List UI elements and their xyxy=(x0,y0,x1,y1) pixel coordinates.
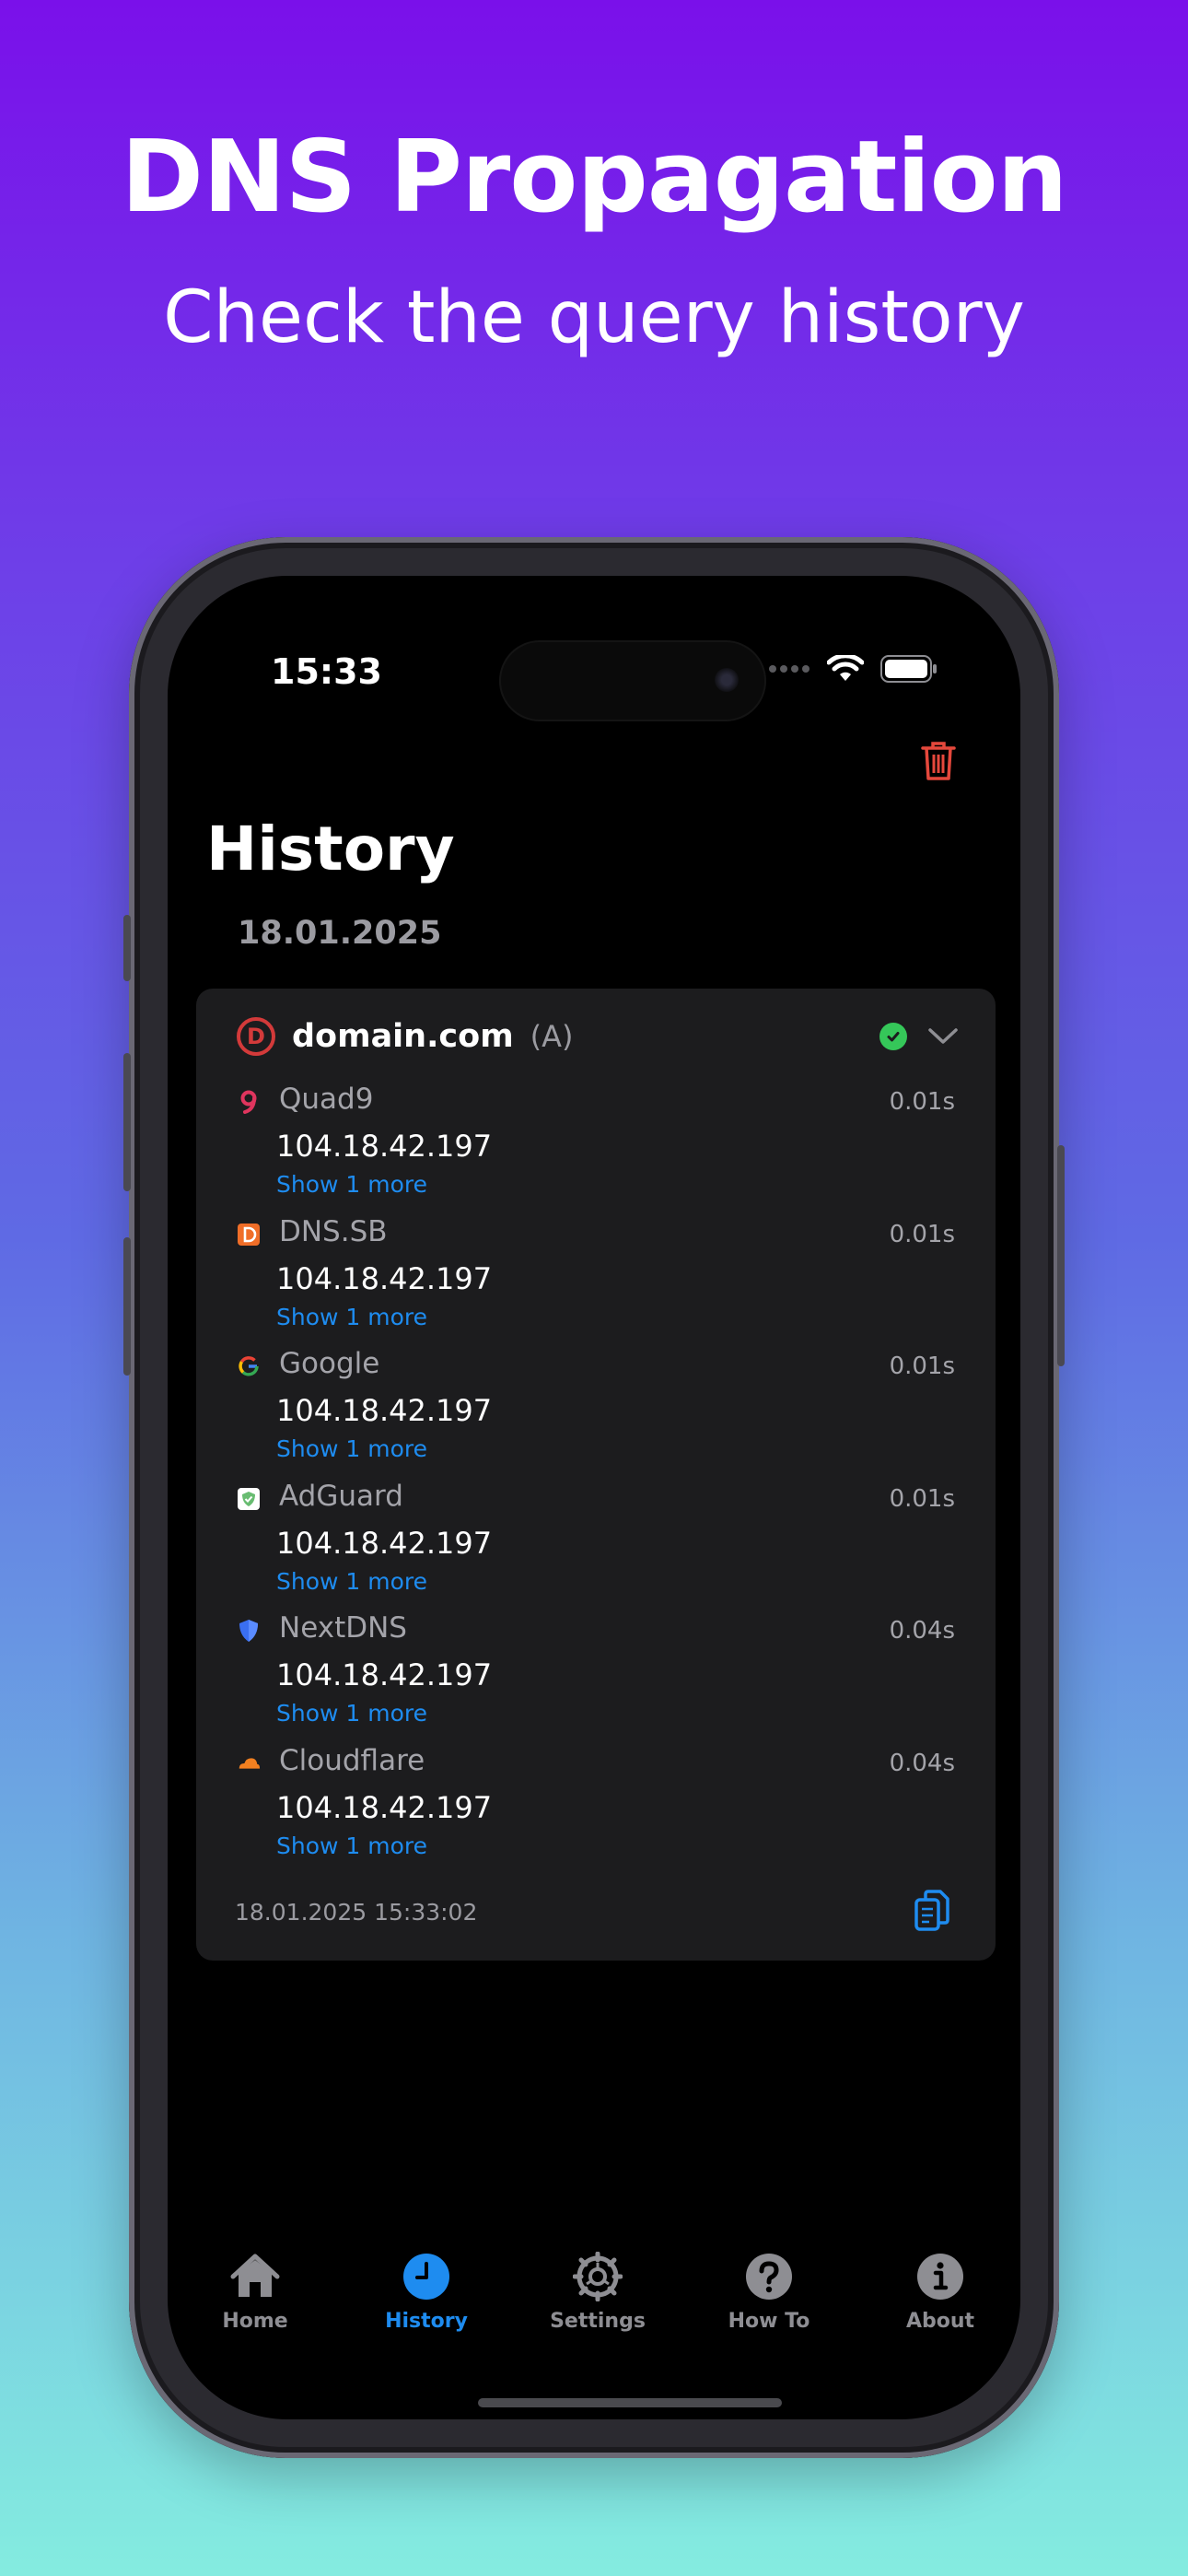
result-row: Quad9 0.01s 104.18.42.197 Show 1 more xyxy=(237,1081,955,1213)
home-indicator[interactable] xyxy=(478,2398,782,2407)
google-icon xyxy=(237,1354,261,1378)
trash-icon[interactable] xyxy=(919,740,958,782)
response-time: 0.04s xyxy=(889,1749,955,1777)
tab-label: Settings xyxy=(550,2310,646,2333)
resolved-ip: 104.18.42.197 xyxy=(276,1789,493,1825)
volume-up-button xyxy=(123,1053,131,1191)
cloudflare-icon xyxy=(237,1751,261,1775)
status-time: 15:33 xyxy=(271,651,382,692)
show-more-link[interactable]: Show 1 more xyxy=(276,1832,427,1859)
query-history-card[interactable]: D domain.com (A) Quad9 0.01s 104.18.42.1… xyxy=(196,989,996,1961)
domain-name: domain.com xyxy=(292,1018,514,1055)
result-row: Google 0.01s 104.18.42.197 Show 1 more xyxy=(237,1345,955,1478)
resolved-ip: 104.18.42.197 xyxy=(276,1525,493,1561)
result-row: NextDNS 0.04s 104.18.42.197 Show 1 more xyxy=(237,1610,955,1742)
gear-icon xyxy=(572,2251,623,2302)
resolved-ip: 104.18.42.197 xyxy=(276,1657,493,1692)
marketing-subheadline: Check the query history xyxy=(163,276,1025,359)
clock-icon xyxy=(401,2251,452,2302)
tab-settings[interactable]: Settings xyxy=(533,2251,662,2333)
provider-name: Cloudflare xyxy=(279,1743,425,1777)
info-icon xyxy=(914,2251,966,2302)
provider-name: Google xyxy=(279,1347,380,1380)
wifi-icon xyxy=(827,655,864,681)
power-button xyxy=(1057,1145,1065,1366)
show-more-link[interactable]: Show 1 more xyxy=(276,1700,427,1727)
status-indicators xyxy=(768,655,938,683)
provider-name: Quad9 xyxy=(279,1083,374,1116)
marketing-headline: DNS Propagation xyxy=(121,120,1067,235)
resolved-ip: 104.18.42.197 xyxy=(276,1129,493,1164)
response-time: 0.01s xyxy=(889,1220,955,1248)
tab-label: How To xyxy=(728,2310,810,2333)
nextdns-icon xyxy=(237,1619,261,1643)
signal-icon xyxy=(769,665,809,673)
show-more-link[interactable]: Show 1 more xyxy=(276,1304,427,1330)
tab-history[interactable]: History xyxy=(362,2251,491,2333)
response-time: 0.01s xyxy=(889,1352,955,1380)
provider-name: NextDNS xyxy=(279,1611,407,1645)
dnssb-icon xyxy=(237,1223,261,1247)
show-more-link[interactable]: Show 1 more xyxy=(276,1435,427,1462)
query-timestamp: 18.01.2025 15:33:02 xyxy=(235,1899,478,1926)
provider-name: AdGuard xyxy=(279,1479,403,1513)
app-screen: 15:33 History 18.01.2025 D domain.com (A… xyxy=(168,576,1020,2419)
success-check-icon xyxy=(879,1023,907,1050)
section-date-header: 18.01.2025 xyxy=(238,915,442,952)
tab-label: Home xyxy=(222,2310,288,2333)
phone-frame: 15:33 History 18.01.2025 D domain.com (A… xyxy=(123,537,1065,2458)
card-header[interactable]: D domain.com (A) xyxy=(237,1009,959,1064)
domain-icon: D xyxy=(237,1017,275,1056)
tab-home[interactable]: Home xyxy=(191,2251,320,2333)
response-time: 0.01s xyxy=(889,1088,955,1116)
question-icon xyxy=(743,2251,795,2302)
result-row: Cloudflare 0.04s 104.18.42.197 Show 1 mo… xyxy=(237,1742,955,1875)
house-icon xyxy=(229,2251,281,2302)
tab-label: History xyxy=(385,2310,468,2333)
resolved-ip: 104.18.42.197 xyxy=(276,1393,493,1428)
tab-label: About xyxy=(905,2310,975,2333)
show-more-link[interactable]: Show 1 more xyxy=(276,1568,427,1595)
result-row: DNS.SB 0.01s 104.18.42.197 Show 1 more xyxy=(237,1213,955,1346)
camera-icon xyxy=(715,668,739,692)
show-more-link[interactable]: Show 1 more xyxy=(276,1171,427,1198)
tab-bar: Home History Settings How To About xyxy=(168,2251,1020,2361)
response-time: 0.01s xyxy=(889,1484,955,1513)
tab-about[interactable]: About xyxy=(876,2251,1005,2333)
dynamic-island xyxy=(499,640,766,721)
resolved-ip: 104.18.42.197 xyxy=(276,1260,493,1296)
tab-how-to[interactable]: How To xyxy=(705,2251,833,2333)
volume-down-button xyxy=(123,1237,131,1376)
quad9-icon xyxy=(237,1090,261,1114)
adguard-icon xyxy=(237,1487,261,1511)
battery-icon xyxy=(880,655,937,683)
copy-icon[interactable] xyxy=(913,1889,953,1935)
action-button xyxy=(123,915,131,981)
provider-name: DNS.SB xyxy=(279,1214,388,1248)
response-time: 0.04s xyxy=(889,1617,955,1645)
results-list: Quad9 0.01s 104.18.42.197 Show 1 more DN… xyxy=(237,1081,955,1874)
chevron-down-icon[interactable] xyxy=(927,1026,959,1047)
record-type: (A) xyxy=(530,1019,574,1054)
page-title: History xyxy=(206,814,455,884)
result-row: AdGuard 0.01s 104.18.42.197 Show 1 more xyxy=(237,1478,955,1610)
